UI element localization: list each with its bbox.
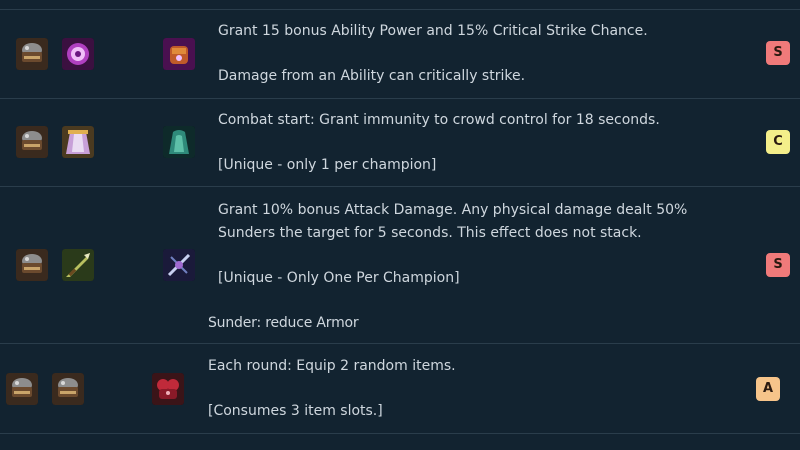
tier-badge: C bbox=[766, 130, 790, 154]
table-top-divider bbox=[0, 0, 800, 10]
description-line: Sunders the target for 5 seconds. This e… bbox=[218, 224, 642, 241]
description-line: Combat start: Grant immunity to crowd co… bbox=[218, 112, 660, 128]
jeweled-gauntlet-emblem-icon[interactable] bbox=[163, 38, 195, 70]
tier-badge: A bbox=[756, 377, 780, 401]
sparring-gloves-icon[interactable] bbox=[16, 38, 48, 70]
description-line: Damage from an Ability can critically st… bbox=[218, 68, 526, 84]
item-description: Each round: Equip 2 random items. [Consu… bbox=[208, 355, 456, 423]
sparring-gloves-icon[interactable] bbox=[52, 373, 84, 405]
tier-badge: S bbox=[766, 41, 790, 65]
description-line: Each round: Equip 2 random items. bbox=[208, 358, 456, 374]
table-row[interactable]: Each round: Equip 2 random items. [Consu… bbox=[0, 344, 800, 434]
bf-sword-icon[interactable] bbox=[62, 249, 94, 281]
sparring-gloves-icon[interactable] bbox=[6, 373, 38, 405]
table-row[interactable]: Combat start: Grant immunity to crowd co… bbox=[0, 99, 800, 187]
tier-badge: S bbox=[766, 253, 790, 277]
description-line: [Unique - Only One Per Champion] bbox=[218, 269, 460, 286]
description-gap bbox=[218, 43, 648, 66]
item-description: Grant 15 bonus Ability Power and 15% Cri… bbox=[218, 20, 648, 88]
description-gap bbox=[218, 244, 687, 267]
table-row[interactable]: Grant 15 bonus Ability Power and 15% Cri… bbox=[0, 10, 800, 99]
description-gap bbox=[208, 378, 456, 401]
negatron-cloak-icon[interactable] bbox=[62, 126, 94, 158]
sparring-gloves-icon[interactable] bbox=[16, 249, 48, 281]
item-description: Combat start: Grant immunity to crowd co… bbox=[218, 109, 660, 177]
description-gap bbox=[218, 132, 660, 155]
item-description: Grant 10% bonus Attack Damage. Any physi… bbox=[218, 199, 687, 289]
description-line: Grant 15 bonus Ability Power and 15% Cri… bbox=[218, 23, 648, 39]
item-recipe-table: Grant 15 bonus Ability Power and 15% Cri… bbox=[0, 0, 800, 450]
description-line: [Consumes 3 item slots.] bbox=[208, 403, 383, 419]
jeweled-gauntlet-component-icon[interactable] bbox=[62, 38, 94, 70]
description-line: Grant 10% bonus Attack Damage. Any physi… bbox=[218, 202, 688, 218]
quicksilver-icon[interactable] bbox=[163, 126, 195, 158]
description-line: [Unique - only 1 per champion] bbox=[218, 157, 437, 173]
thiefs-gloves-icon[interactable] bbox=[152, 373, 184, 405]
last-whisper-icon[interactable] bbox=[163, 249, 195, 281]
sunder-tooltip-note: Sunder: reduce Armor bbox=[208, 315, 359, 331]
sparring-gloves-icon[interactable] bbox=[16, 126, 48, 158]
table-row[interactable]: Grant 10% bonus Attack Damage. Any physi… bbox=[0, 187, 800, 344]
